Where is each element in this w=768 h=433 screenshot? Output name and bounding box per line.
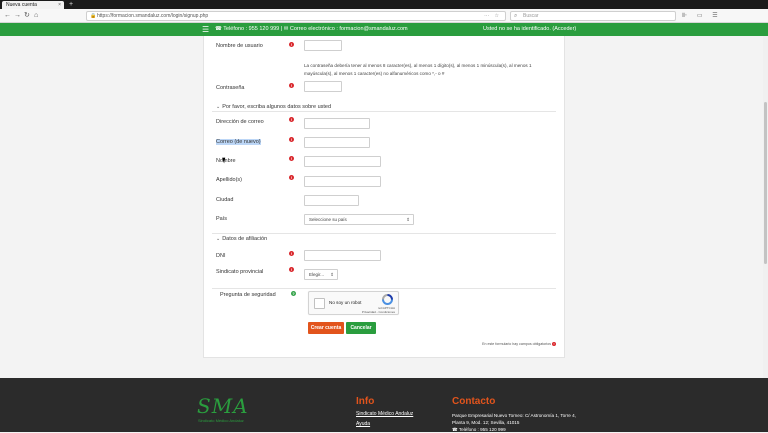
required-note: En este formulario hay campos obligatori… (482, 342, 556, 347)
captcha-brand: reCAPTCHA Privacidad - Condiciones (361, 306, 395, 314)
help-icon[interactable]: ? (291, 291, 296, 296)
dni-label: DNI (216, 253, 226, 259)
collapse-icon: ⌄ (216, 104, 221, 110)
footer-link-help[interactable]: Ayuda (356, 421, 370, 427)
url-text: https://formacion.smandaluz.com/login/si… (97, 13, 209, 19)
browser-toolbar: ← → ↻ ⌂ 🔒 https://formacion.smandaluz.co… (0, 9, 768, 23)
username-input[interactable] (304, 40, 342, 51)
username-label: Nombre de usuario (216, 43, 263, 49)
reload-icon[interactable]: ↻ (24, 11, 30, 21)
forward-icon[interactable]: → (14, 11, 21, 21)
login-status-link[interactable]: Usted no se ha identificado. (Acceder) (483, 23, 576, 36)
provincial-select[interactable]: Elegir... ⇕ (304, 269, 338, 280)
logo-subtitle: Sindicato Médico Andaluz (198, 418, 244, 423)
dni-input[interactable] (304, 250, 381, 261)
email-label: Dirección de correo (216, 119, 264, 125)
chevron-down-icon: ⇕ (406, 217, 410, 222)
divider (212, 288, 556, 289)
required-icon: ! (289, 83, 294, 88)
captcha-text: No soy un robot (329, 300, 362, 305)
required-icon: ! (289, 156, 294, 161)
required-icon: ! (289, 175, 294, 180)
recaptcha-logo-icon (382, 294, 393, 305)
back-icon[interactable]: ← (4, 11, 11, 21)
cancel-button[interactable]: Cancelar (346, 322, 376, 334)
address-bar[interactable]: 🔒 https://formacion.smandaluz.com/login/… (86, 11, 506, 21)
lastname-input[interactable] (304, 176, 381, 187)
header-contact: ☎ Teléfono : 955 120 999 | ✉ Correo elec… (215, 26, 408, 32)
site-header: ☰ ☎ Teléfono : 955 120 999 | ✉ Correo el… (0, 23, 768, 36)
browser-tab[interactable]: Nueva cuenta × (2, 1, 64, 9)
contact-title: Contacto (452, 396, 496, 407)
country-select[interactable]: Seleccione su país ⇕ (304, 214, 414, 225)
email-again-input[interactable] (304, 137, 370, 148)
search-placeholder: Buscar (523, 13, 539, 19)
footer-link-sma[interactable]: Sindicato Médico Andaluz (356, 411, 413, 417)
close-tab-icon[interactable]: × (58, 1, 61, 9)
password-rules: La contraseña debería tener al menos 8 c… (304, 63, 532, 76)
password-label: Contraseña (216, 85, 245, 91)
password-input[interactable] (304, 81, 342, 92)
provincial-select-value: Elegir... (309, 272, 325, 277)
chevron-down-icon: ⇕ (330, 272, 334, 277)
info-title: Info (356, 396, 375, 407)
site-footer: SMA Sindicato Médico Andaluz Info Sindic… (0, 378, 768, 432)
home-icon[interactable]: ⌂ (34, 11, 38, 21)
new-tab-button[interactable]: + (69, 0, 73, 9)
search-icon: ⌕ (514, 13, 518, 19)
security-label: Pregunta de seguridad (220, 292, 276, 298)
page-actions-icon[interactable]: ⋯ ☆ (484, 12, 501, 20)
toolbar-icons[interactable]: ⊪ ▭ ☰ (682, 11, 722, 21)
divider (212, 111, 556, 112)
required-icon: ! (289, 137, 294, 142)
section-more-data[interactable]: ⌄ Por favor, escriba algunos datos sobre … (216, 104, 331, 110)
menu-icon[interactable]: ☰ (202, 23, 209, 36)
country-select-value: Seleccione su país (309, 217, 347, 222)
country-label: País (216, 216, 228, 222)
signup-form: Nombre de usuario ! La contraseña deberí… (203, 36, 565, 358)
browser-tab-bar: Nueva cuenta × + (0, 0, 768, 9)
lock-icon: 🔒 (90, 13, 97, 19)
email-again-label: Correo (de nuevo) (216, 139, 261, 145)
city-label: Ciudad (216, 197, 234, 203)
provincial-label: Sindicato provincial (216, 269, 264, 275)
search-bar[interactable]: ⌕ Buscar (510, 11, 676, 21)
section-affiliation[interactable]: ⌄ Datos de afiliación (216, 236, 267, 242)
required-icon: ! (289, 267, 294, 272)
required-icon: ! (289, 117, 294, 122)
firstname-input[interactable] (304, 156, 381, 167)
tab-title: Nueva cuenta (6, 2, 37, 8)
sma-logo[interactable]: SMA Sindicato Médico Andaluz (197, 394, 257, 432)
footer-address: Parque Empresarial Nuevo Torneo: C/ Astr… (452, 413, 576, 432)
required-icon: ! (289, 251, 294, 256)
divider (212, 233, 556, 234)
create-account-button[interactable]: Crear cuenta (308, 322, 344, 334)
lastname-label: Apellido(s) (216, 177, 242, 183)
scrollbar-thumb[interactable] (764, 102, 767, 264)
required-icon: ! (289, 42, 294, 47)
city-input[interactable] (304, 195, 359, 206)
recaptcha-widget: No soy un robot reCAPTCHA Privacidad - C… (308, 291, 399, 315)
logo-text: SMA (197, 394, 249, 418)
email-input[interactable] (304, 118, 370, 129)
required-icon: ! (552, 342, 556, 347)
collapse-icon: ⌄ (216, 236, 221, 242)
captcha-checkbox[interactable] (314, 298, 325, 309)
